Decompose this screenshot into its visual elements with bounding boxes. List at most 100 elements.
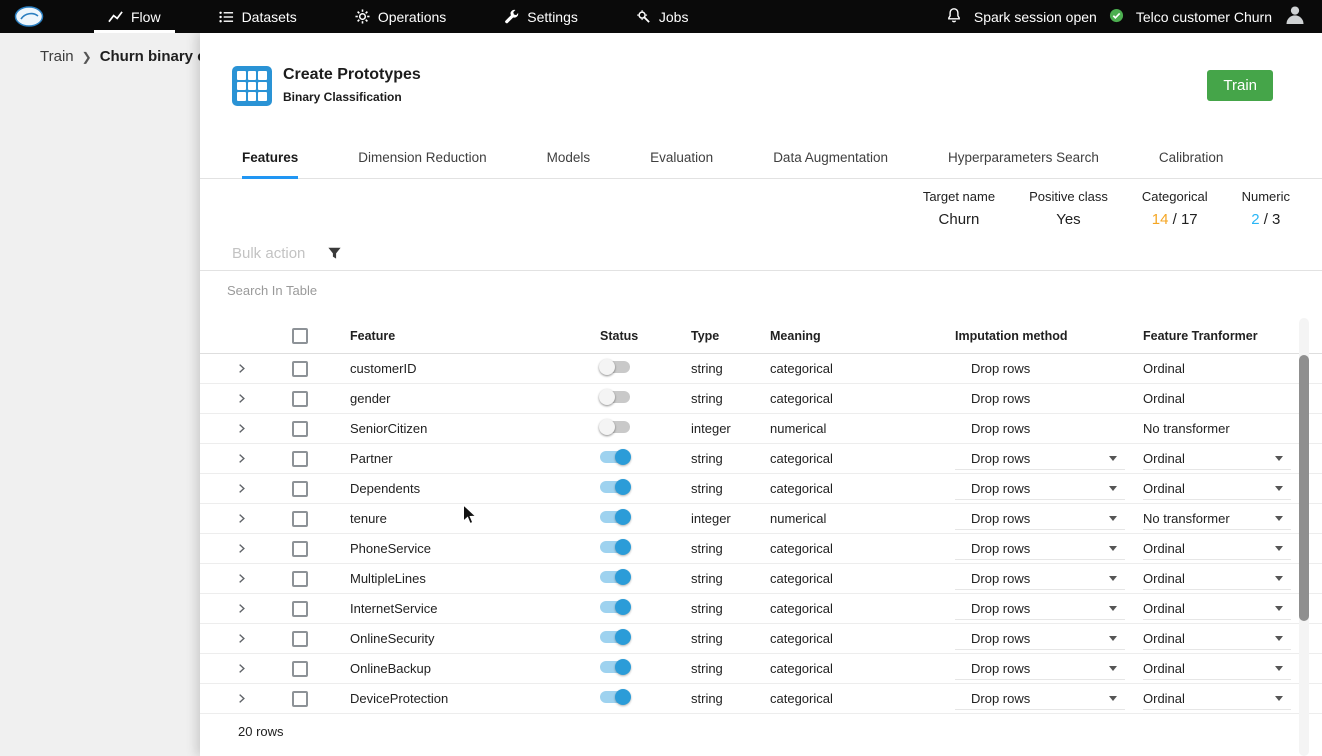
row-checkbox[interactable]	[292, 390, 308, 407]
train-button[interactable]: Train	[1207, 70, 1273, 101]
row-checkbox[interactable]	[292, 690, 308, 707]
row-expand-chevron-icon[interactable]	[236, 663, 247, 674]
column-header-meaning: Meaning	[770, 328, 821, 343]
nav-item-jobs[interactable]: Jobs	[622, 0, 703, 33]
imputation-select: Drop rows	[955, 358, 1125, 379]
caret-down-icon	[1109, 575, 1117, 581]
type-value: string	[691, 451, 723, 466]
nav-item-operations[interactable]: Operations	[341, 0, 460, 33]
row-checkbox[interactable]	[292, 480, 308, 497]
status-toggle[interactable]	[600, 509, 631, 525]
status-toggle[interactable]	[600, 539, 631, 555]
scrollbar-thumb[interactable]	[1299, 355, 1309, 621]
nav-item-settings[interactable]: Settings	[490, 0, 592, 33]
search-input[interactable]	[227, 283, 647, 298]
status-toggle[interactable]	[600, 659, 631, 675]
status-toggle[interactable]	[599, 419, 630, 435]
tab-calibration[interactable]: Calibration	[1159, 150, 1224, 178]
select-all-checkbox[interactable]	[292, 327, 308, 344]
prototype-grid-icon	[232, 66, 272, 106]
row-expand-chevron-icon[interactable]	[236, 573, 247, 584]
row-expand-chevron-icon[interactable]	[236, 423, 247, 434]
imputation-select[interactable]: Drop rows	[955, 448, 1125, 470]
bulk-action-button[interactable]: Bulk action	[232, 245, 305, 262]
table-row: tenure integer numerical Drop rows No tr…	[200, 504, 1322, 534]
row-expand-chevron-icon[interactable]	[236, 453, 247, 464]
tab-features[interactable]: Features	[242, 150, 299, 179]
type-value: integer	[691, 421, 731, 436]
project-name[interactable]: Telco customer Churn	[1136, 9, 1272, 25]
tab-dimension-reduction[interactable]: Dimension Reduction	[358, 150, 486, 178]
transformer-select[interactable]: No transformer	[1143, 508, 1291, 530]
status-toggle[interactable]	[599, 359, 630, 375]
row-checkbox[interactable]	[292, 450, 308, 467]
tab-data-augmentation[interactable]: Data Augmentation	[773, 150, 888, 178]
row-expand-chevron-icon[interactable]	[236, 513, 247, 524]
row-expand-chevron-icon[interactable]	[236, 543, 247, 554]
row-checkbox[interactable]	[292, 540, 308, 557]
row-expand-chevron-icon[interactable]	[236, 393, 247, 404]
tab-evaluation[interactable]: Evaluation	[650, 150, 713, 178]
row-checkbox[interactable]	[292, 420, 308, 437]
breadcrumb-train-link[interactable]: Train	[40, 48, 74, 65]
transformer-select[interactable]: Ordinal	[1143, 478, 1291, 500]
transformer-value: Ordinal	[1143, 391, 1185, 406]
imputation-select[interactable]: Drop rows	[955, 688, 1125, 710]
imputation-select: Drop rows	[955, 418, 1125, 439]
row-checkbox[interactable]	[292, 630, 308, 647]
nav-item-flow[interactable]: Flow	[94, 0, 175, 33]
row-checkbox[interactable]	[292, 510, 308, 527]
imputation-value: Drop rows	[971, 361, 1031, 376]
tab-hyperparameters-search[interactable]: Hyperparameters Search	[948, 150, 1099, 178]
row-expand-chevron-icon[interactable]	[236, 693, 247, 704]
table-row: OnlineSecurity string categorical Drop r…	[200, 624, 1322, 654]
status-toggle[interactable]	[600, 569, 631, 585]
row-expand-chevron-icon[interactable]	[236, 483, 247, 494]
table-row: SeniorCitizen integer numerical Drop row…	[200, 414, 1322, 444]
row-checkbox[interactable]	[292, 600, 308, 617]
status-toggle[interactable]	[599, 389, 630, 405]
user-avatar-icon[interactable]	[1284, 4, 1306, 29]
imputation-select[interactable]: Drop rows	[955, 628, 1125, 650]
transformer-select[interactable]: Ordinal	[1143, 568, 1291, 590]
status-toggle[interactable]	[600, 629, 631, 645]
tab-models[interactable]: Models	[547, 150, 591, 178]
imputation-select[interactable]: Drop rows	[955, 658, 1125, 680]
app-logo-icon[interactable]	[14, 6, 46, 28]
table-row: OnlineBackup string categorical Drop row…	[200, 654, 1322, 684]
row-expand-chevron-icon[interactable]	[236, 363, 247, 374]
imputation-value: Drop rows	[971, 660, 1031, 676]
row-checkbox[interactable]	[292, 570, 308, 587]
notifications-bell-icon[interactable]	[946, 7, 962, 27]
transformer-select[interactable]: Ordinal	[1143, 658, 1291, 680]
table-scrollbar[interactable]	[1299, 318, 1309, 756]
transformer-select[interactable]: Ordinal	[1143, 598, 1291, 620]
flow-icon	[108, 10, 123, 24]
nav-item-datasets[interactable]: Datasets	[205, 0, 311, 33]
transformer-select[interactable]: Ordinal	[1143, 688, 1291, 710]
status-toggle[interactable]	[600, 689, 631, 705]
transformer-select[interactable]: Ordinal	[1143, 448, 1291, 470]
transformer-value: Ordinal	[1143, 540, 1185, 556]
row-expand-chevron-icon[interactable]	[236, 603, 247, 614]
imputation-select[interactable]: Drop rows	[955, 508, 1125, 530]
row-checkbox[interactable]	[292, 360, 308, 377]
imputation-select[interactable]: Drop rows	[955, 478, 1125, 500]
type-value: integer	[691, 511, 731, 526]
caret-down-icon	[1275, 485, 1283, 491]
imputation-value: Drop rows	[971, 510, 1031, 526]
table-row: MultipleLines string categorical Drop ro…	[200, 564, 1322, 594]
column-header-type: Type	[691, 328, 720, 343]
row-checkbox[interactable]	[292, 660, 308, 677]
filter-icon[interactable]	[327, 246, 342, 261]
status-toggle[interactable]	[600, 449, 631, 465]
row-expand-chevron-icon[interactable]	[236, 633, 247, 644]
transformer-select[interactable]: Ordinal	[1143, 628, 1291, 650]
status-toggle[interactable]	[600, 599, 631, 615]
status-toggle[interactable]	[600, 479, 631, 495]
imputation-select[interactable]: Drop rows	[955, 598, 1125, 620]
imputation-select[interactable]: Drop rows	[955, 568, 1125, 590]
transformer-select[interactable]: Ordinal	[1143, 538, 1291, 560]
imputation-select[interactable]: Drop rows	[955, 538, 1125, 560]
meaning-value: numerical	[770, 511, 827, 526]
